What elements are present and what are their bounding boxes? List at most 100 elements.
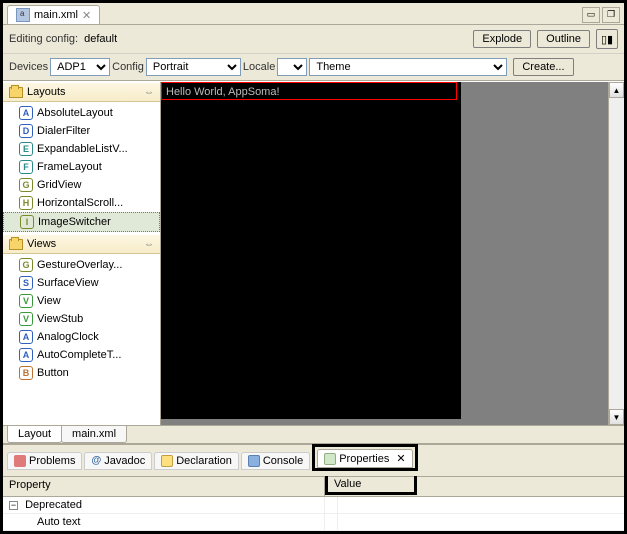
properties-highlight: Properties ✕ bbox=[312, 444, 417, 471]
palette-item[interactable]: BButton bbox=[3, 364, 160, 382]
palette-item[interactable]: A AbsoluteLayout bbox=[3, 104, 160, 122]
letter-icon: V bbox=[19, 294, 33, 308]
letter-icon: E bbox=[19, 142, 33, 156]
palette-item-label: ViewStub bbox=[37, 313, 83, 325]
palette-item[interactable]: I ImageSwitcher bbox=[3, 212, 160, 232]
tab-declaration[interactable]: Declaration bbox=[154, 452, 239, 470]
problems-label: Problems bbox=[29, 455, 75, 467]
palette-item[interactable]: DDialerFilter bbox=[3, 122, 160, 140]
palette-item[interactable]: V ViewStub bbox=[3, 310, 160, 328]
outline-button[interactable]: Outline bbox=[537, 30, 590, 48]
palette-item-label: Button bbox=[37, 367, 69, 379]
folder-icon bbox=[9, 239, 23, 250]
palette-item-label: HorizontalScroll... bbox=[37, 197, 123, 209]
declaration-icon bbox=[161, 455, 173, 467]
letter-icon: A bbox=[19, 330, 33, 344]
property-group-row[interactable]: − Deprecated bbox=[3, 497, 624, 514]
tab-properties[interactable]: Properties ✕ bbox=[317, 449, 412, 468]
property-name: Auto text bbox=[37, 516, 80, 528]
canvas-wrap: Hello World, AppSoma! ▲ ▼ bbox=[161, 82, 624, 425]
palette-views-header[interactable]: Views ⇔ bbox=[3, 234, 160, 254]
palette-item-label: ExpandableListV... bbox=[37, 143, 128, 155]
console-label: Console bbox=[263, 455, 303, 467]
tab-console[interactable]: Console bbox=[241, 452, 310, 470]
theme-select[interactable]: Theme bbox=[309, 58, 507, 76]
property-row[interactable]: Auto text bbox=[3, 514, 624, 531]
scroll-up-icon[interactable]: ▲ bbox=[609, 82, 624, 98]
palette-item-label: ImageSwitcher bbox=[38, 216, 111, 228]
palette-item[interactable]: AAnalogClock bbox=[3, 328, 160, 346]
layout-canvas[interactable]: Hello World, AppSoma! bbox=[161, 82, 461, 419]
palette-item[interactable]: E ExpandableListV... bbox=[3, 140, 160, 158]
device-config-row: Devices ADP1 Config Portrait Locale Them… bbox=[3, 54, 624, 81]
locale-select[interactable] bbox=[277, 58, 307, 76]
palette-item[interactable]: V View bbox=[3, 292, 160, 310]
editor-tab-label: main.xml bbox=[34, 9, 78, 21]
letter-icon: F bbox=[19, 160, 33, 174]
tab-javadoc[interactable]: @ Javadoc bbox=[84, 452, 152, 470]
declaration-label: Declaration bbox=[176, 455, 232, 467]
devices-label: Devices bbox=[9, 61, 48, 73]
properties-label: Properties bbox=[339, 453, 389, 465]
palette-layouts-header[interactable]: Layouts ⇔ bbox=[3, 82, 160, 102]
editing-config-row: Editing config: default Explode Outline … bbox=[3, 25, 624, 54]
properties-icon bbox=[324, 453, 336, 465]
palette-item-label: View bbox=[37, 295, 61, 307]
toggle-view-button[interactable]: ▯▮ bbox=[596, 29, 618, 49]
letter-icon: V bbox=[19, 312, 33, 326]
editor-tab-main-xml[interactable]: main.xml ✕ bbox=[7, 5, 100, 24]
pin-icon[interactable]: ⇔ bbox=[144, 239, 154, 250]
views-list: G GestureOverlay... SSurfaceView V View V View… bbox=[3, 254, 160, 384]
palette-item[interactable]: F FrameLayout bbox=[3, 158, 160, 176]
palette: Layouts ⇔ A AbsoluteLayout DDialerFilter EE… bbox=[3, 82, 161, 425]
palette-item[interactable]: SSurfaceView bbox=[3, 274, 160, 292]
palette-item[interactable]: AAutoCompleteT... bbox=[3, 346, 160, 364]
config-label: Config bbox=[112, 61, 144, 73]
property-group-value bbox=[325, 497, 338, 513]
editor-tab-bar: main.xml ✕ ▭ ❐ bbox=[3, 3, 624, 25]
letter-icon: D bbox=[19, 124, 33, 138]
folder-icon bbox=[9, 87, 23, 98]
palette-item-label: FrameLayout bbox=[37, 161, 102, 173]
javadoc-icon: @ bbox=[91, 455, 101, 466]
xml-file-icon bbox=[16, 8, 30, 22]
layouts-list: A AbsoluteLayout DDialerFilter E ExpandableL… bbox=[3, 102, 160, 234]
close-icon[interactable]: ✕ bbox=[396, 452, 405, 465]
value-col-header[interactable]: Value bbox=[325, 476, 417, 495]
editing-config-label: Editing config: bbox=[9, 33, 78, 45]
textview-element[interactable]: Hello World, AppSoma! bbox=[161, 82, 457, 100]
config-select[interactable]: Portrait bbox=[146, 58, 241, 76]
textview-text: Hello World, AppSoma! bbox=[166, 86, 280, 98]
console-icon bbox=[248, 455, 260, 467]
views-bar: Problems @ Javadoc Declaration Console P… bbox=[3, 443, 624, 476]
minimize-button[interactable]: ▭ bbox=[582, 7, 600, 23]
scroll-down-icon[interactable]: ▼ bbox=[609, 409, 624, 425]
letter-icon: I bbox=[20, 215, 34, 229]
property-grid-header: Property Value bbox=[3, 477, 624, 497]
scroll-track[interactable] bbox=[609, 98, 624, 409]
close-icon[interactable]: ✕ bbox=[82, 9, 91, 22]
maximize-button[interactable]: ❐ bbox=[602, 7, 620, 23]
devices-select[interactable]: ADP1 bbox=[50, 58, 110, 76]
views-header-label: Views bbox=[27, 238, 56, 250]
palette-item[interactable]: GGridView bbox=[3, 176, 160, 194]
create-button[interactable]: Create... bbox=[513, 58, 573, 76]
property-value[interactable] bbox=[325, 514, 338, 530]
tab-problems[interactable]: Problems bbox=[7, 452, 82, 470]
palette-item-label: AbsoluteLayout bbox=[37, 107, 113, 119]
letter-icon: G bbox=[19, 178, 33, 192]
pin-icon[interactable]: ⇔ bbox=[144, 87, 154, 98]
tab-layout[interactable]: Layout bbox=[7, 426, 62, 443]
explode-button[interactable]: Explode bbox=[473, 30, 531, 48]
letter-icon: G bbox=[19, 258, 33, 272]
tab-main-xml[interactable]: main.xml bbox=[61, 426, 127, 443]
vertical-scrollbar[interactable]: ▲ ▼ bbox=[608, 82, 624, 425]
letter-icon: S bbox=[19, 276, 33, 290]
palette-item[interactable]: G GestureOverlay... bbox=[3, 256, 160, 274]
collapse-icon[interactable]: − bbox=[9, 501, 18, 510]
editor-bottom-tabs: Layout main.xml bbox=[3, 425, 624, 443]
letter-icon: A bbox=[19, 106, 33, 120]
palette-item-label: GestureOverlay... bbox=[37, 259, 122, 271]
property-col-header[interactable]: Property bbox=[3, 477, 325, 496]
palette-item[interactable]: HHorizontalScroll... bbox=[3, 194, 160, 212]
